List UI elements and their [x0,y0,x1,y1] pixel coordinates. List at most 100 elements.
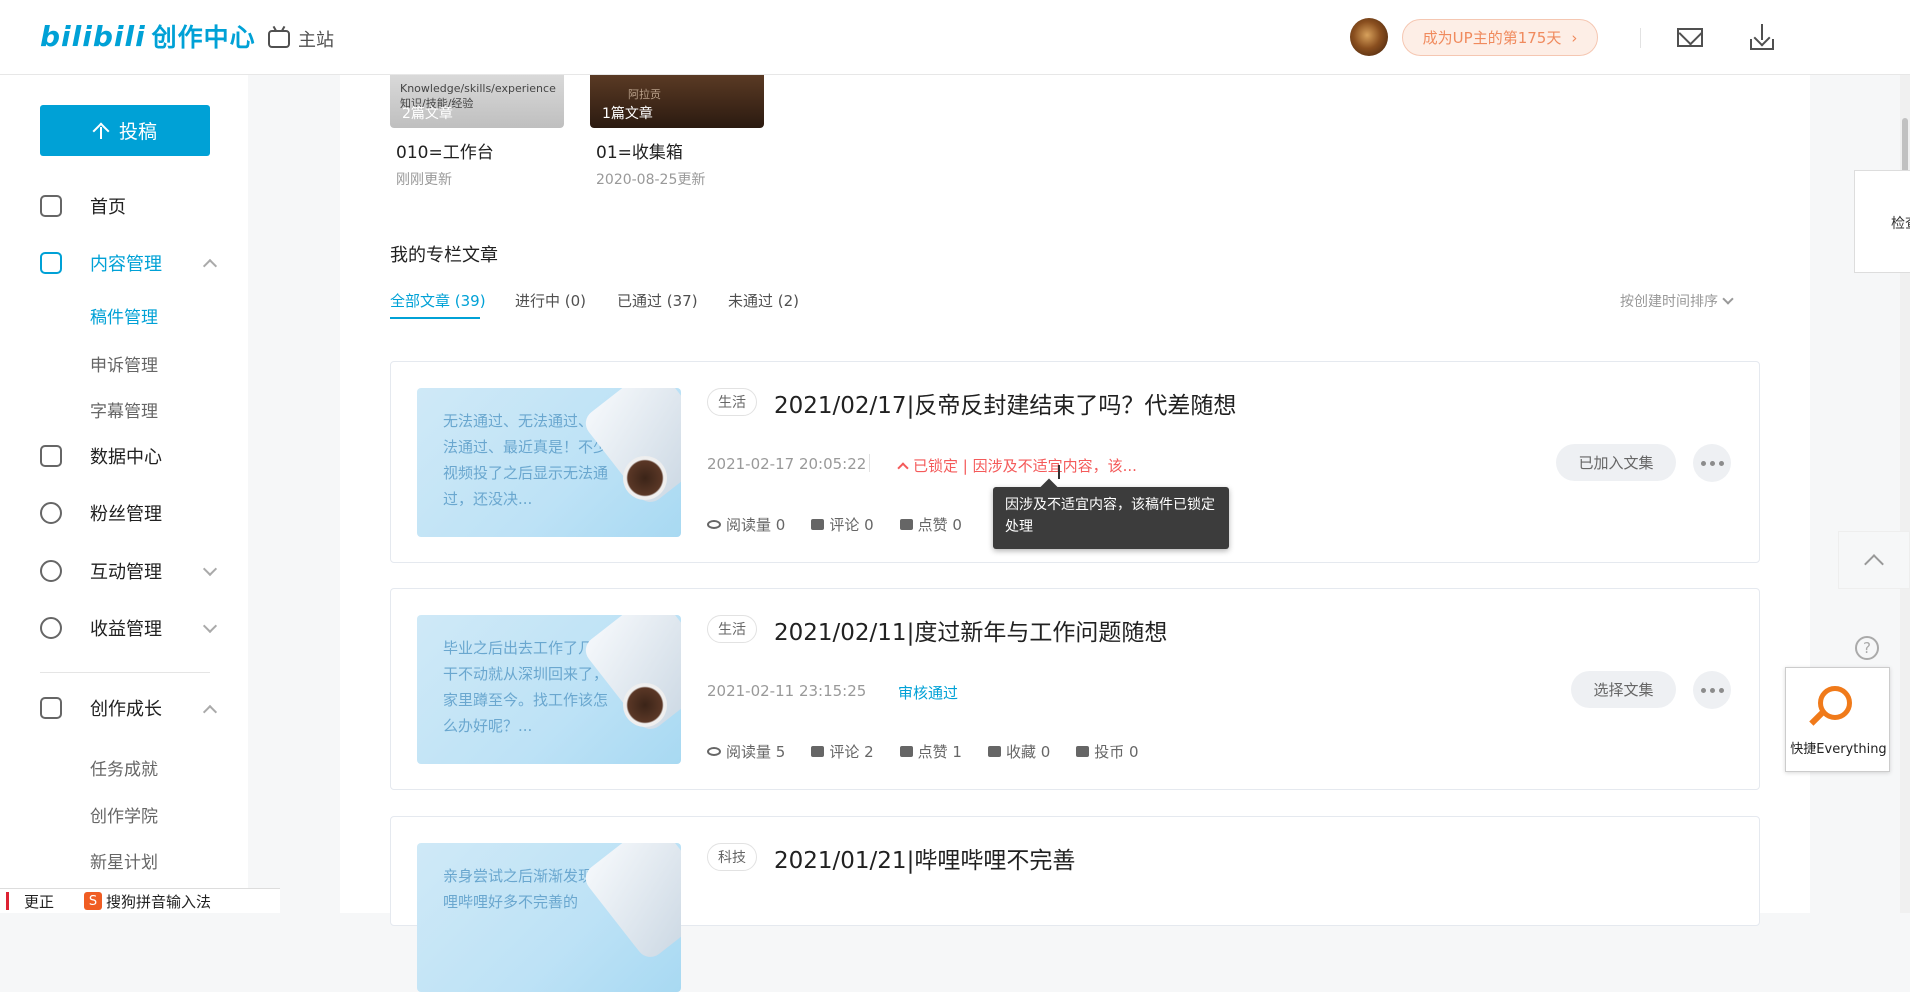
upload-icon [93,123,109,139]
chevron-down-icon[interactable] [202,561,218,577]
sidebar-item-label: 创作成长 [90,699,162,720]
sidebar-sub-manuscripts[interactable]: 稿件管理 [90,303,158,328]
avatar[interactable] [1350,18,1388,56]
article-cover[interactable]: 亲身尝试之后渐渐发现哔哩哔哩好多不完善的 [417,843,681,992]
ime-check-icon [6,892,20,910]
ime-toolbar: 更正 S 搜狗拼音输入法 [0,888,280,913]
collection-name: 010=工作台 [396,143,494,163]
locked-status[interactable]: 已锁定 | 因涉及不适宜内容，该... [897,455,1137,476]
page-scrollbar[interactable] [1900,0,1910,913]
select-collection-button[interactable]: 选择文集 [1571,671,1676,708]
logo-center: 创作中心 [151,23,256,52]
article-stats: 阅读量 0 评论 0 点赞 0 [707,514,962,535]
everything-shortcut[interactable]: 快捷Everything [1785,667,1890,772]
money-bag-icon [40,617,62,639]
ime-correct-button[interactable]: 更正 [24,891,54,912]
upload-button[interactable]: 投稿 [40,105,210,156]
collection-count: 1篇文章 [602,106,653,122]
graduation-cap-icon [40,697,62,719]
locked-reason-tooltip: 因涉及不适宜内容，该稿件已锁定处理 [993,487,1229,549]
main-site-link[interactable]: 主站 [268,26,334,52]
sidebar-item-label: 数据中心 [90,447,162,468]
text-cursor [1058,465,1060,479]
sogou-logo-icon: S [84,892,103,910]
more-options-button[interactable] [1693,671,1731,709]
article-stats: 阅读量 5 评论 2 点赞 1 收藏 0 投币 0 [707,741,1139,762]
category-tag: 科技 [707,843,757,871]
sidebar-item-revenue[interactable]: 收益管理 [40,613,162,643]
sidebar-item-label: 收益管理 [90,619,162,640]
collection-thumb-text: 阿拉贡 [628,88,661,101]
stat-comments: 评论 2 [811,741,874,762]
collection-count: 2篇文章 [402,106,453,122]
added-to-collection-button[interactable]: 已加入文集 [1556,444,1676,481]
stat-coins: 投币 0 [1076,741,1139,762]
collection-card[interactable]: Knowledge/skills/experience 知识/技能/经验 2篇文… [390,75,564,189]
ime-name[interactable]: 搜狗拼音输入法 [106,891,211,912]
collection-date: 2020-08-25更新 [596,172,706,188]
eye-icon [707,747,721,756]
star-icon [987,746,1001,757]
help-icon[interactable]: ? [1855,636,1879,660]
chevron-down-icon[interactable] [202,618,218,634]
up-days-badge[interactable]: 成为UP主的第175天 › [1402,19,1598,56]
mail-icon[interactable] [1677,28,1703,47]
sidebar-sub-academy[interactable]: 创作学院 [90,802,158,827]
article-title[interactable]: 2021/02/11|度过新年与工作问题随想 [774,613,1167,647]
category-tag: 生活 [707,615,757,643]
sidebar-item-growth[interactable]: 创作成长 [40,693,162,723]
user-icon [40,502,62,524]
tv-icon [268,30,290,48]
back-to-top-button[interactable] [1838,531,1910,589]
active-tab-indicator [390,317,480,319]
sidebar-divider [40,672,210,673]
tab-rejected[interactable]: 未通过 (2) [728,290,799,311]
stat-favorites: 收藏 0 [987,741,1050,762]
download-icon[interactable] [1750,24,1774,50]
sidebar-sub-subtitles[interactable]: 字幕管理 [90,397,158,422]
review-status: 审核通过 [898,684,959,702]
sidebar-item-home[interactable]: 首页 [40,191,126,221]
coin-icon [1076,746,1090,757]
chevron-down-icon [1722,293,1734,305]
content-icon [40,252,62,274]
tab-all[interactable]: 全部文章 (39) [390,290,486,311]
header-divider [1640,28,1641,48]
sidebar-sub-appeals[interactable]: 申诉管理 [90,351,158,376]
everything-label: 快捷Everything [1790,742,1887,757]
floating-check-panel[interactable]: 检查 [1854,170,1910,273]
more-options-button[interactable] [1693,444,1731,482]
article-cover[interactable]: 无法通过、无法通过、无法通过、最近真是！不少视频投了之后显示无法通过，还没决..… [417,388,681,537]
stat-likes: 点赞 0 [899,514,962,535]
collection-card[interactable]: 阿拉贡 1篇文章 01=收集箱 2020-08-25更新 [590,75,764,189]
sidebar-item-data[interactable]: 数据中心 [40,441,162,471]
stat-views: 阅读量 5 [707,741,785,762]
top-header: bilibili 创作中心 主站 成为UP主的第175天 › [0,0,1910,75]
article-cover[interactable]: 毕业之后出去工作了几天干不动就从深圳回来了，家里蹲至今。找工作该怎么办好呢？..… [417,615,681,764]
article-card: 毕业之后出去工作了几天干不动就从深圳回来了，家里蹲至今。找工作该怎么办好呢？..… [390,588,1760,790]
tab-in-progress[interactable]: 进行中 (0) [515,290,586,311]
sidebar-item-label: 内容管理 [90,254,162,275]
data-chart-icon [40,445,62,467]
locked-status-text: 已锁定 | 因涉及不适宜内容，该... [913,457,1137,475]
chevron-up-icon[interactable] [202,704,218,720]
sidebar-item-content[interactable]: 内容管理 [40,248,162,278]
home-icon [40,195,62,217]
sidebar-sub-tasks[interactable]: 任务成就 [90,755,158,780]
chevron-up-icon[interactable] [202,258,218,274]
article-title[interactable]: 2021/01/21|哔哩哔哩不完善 [774,841,1075,875]
article-title[interactable]: 2021/02/17|反帝反封建结束了吗？代差随想 [774,386,1236,420]
sidebar-item-fans[interactable]: 粉丝管理 [40,498,162,528]
sort-dropdown[interactable]: 按创建时间排序 [1620,291,1734,311]
chevron-up-icon [1864,554,1884,574]
article-card: 亲身尝试之后渐渐发现哔哩哔哩好多不完善的 科技 2021/01/21|哔哩哔哩不… [390,816,1760,992]
bilibili-logo[interactable]: bilibili 创作中心 [40,18,256,54]
collection-name: 01=收集箱 [596,143,683,163]
sidebar-sub-newstar[interactable]: 新星计划 [90,848,158,873]
thumbs-up-icon [899,746,913,757]
tab-passed[interactable]: 已通过 (37) [617,290,698,311]
sort-label: 按创建时间排序 [1620,294,1718,310]
magnifier-icon [1818,686,1852,720]
sidebar-item-interaction[interactable]: 互动管理 [40,556,162,586]
sidebar: 投稿 首页 内容管理 稿件管理 申诉管理 字幕管理 数据中心 粉丝管理 互动管理… [0,75,248,913]
